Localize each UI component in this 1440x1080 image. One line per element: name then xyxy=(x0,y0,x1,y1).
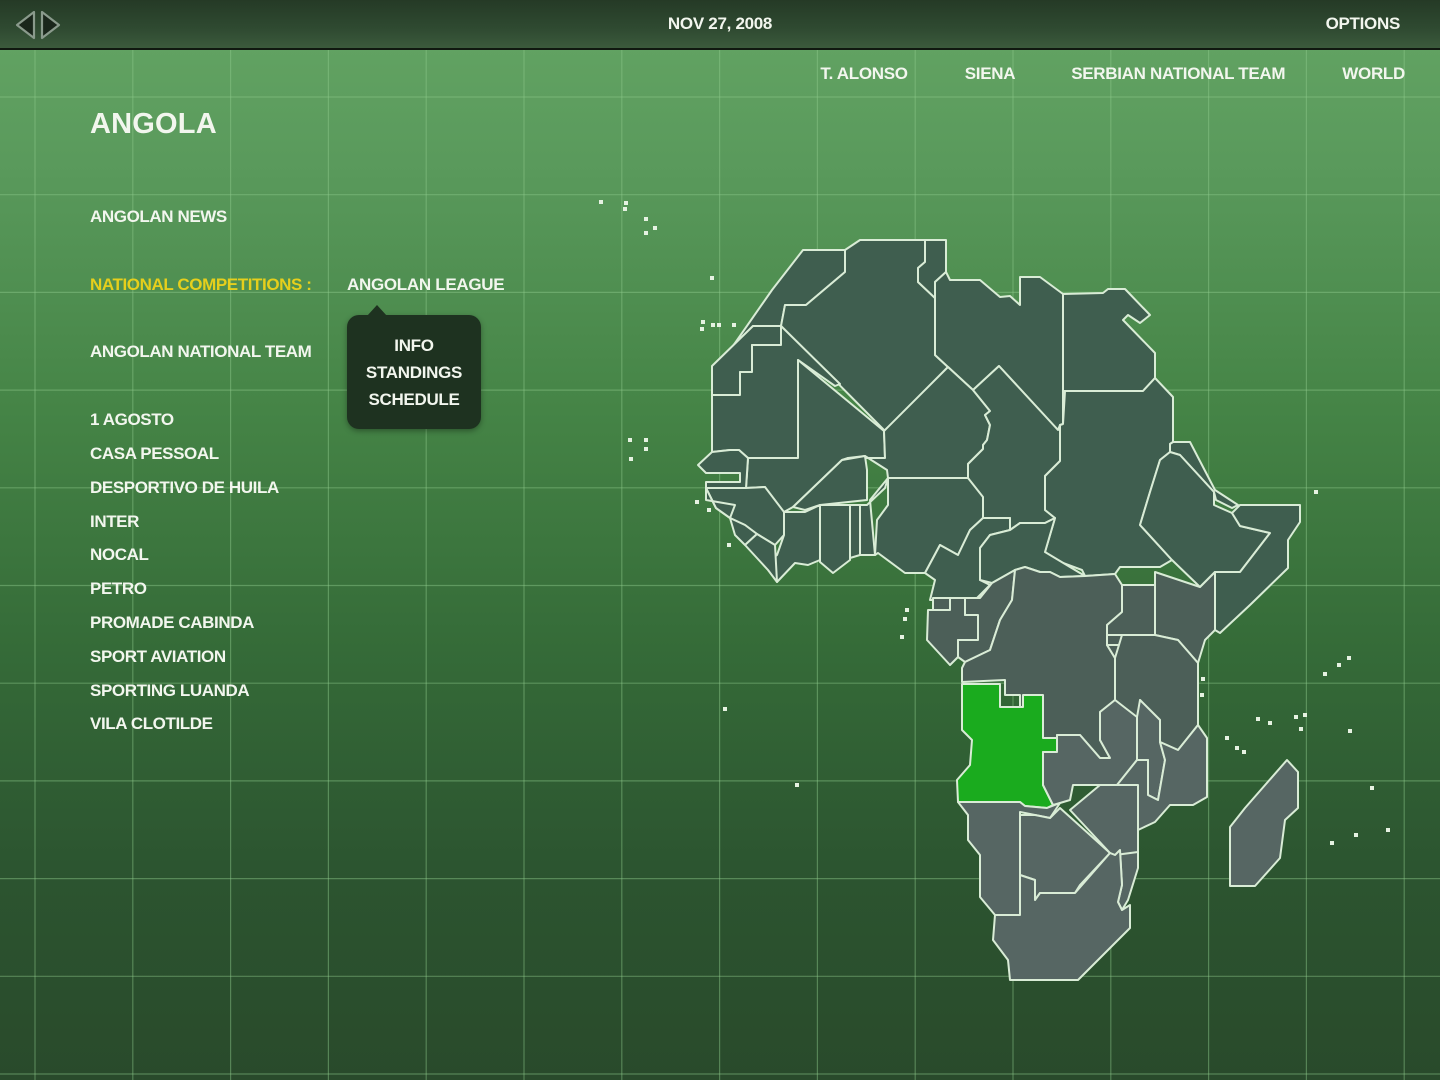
africa-map xyxy=(599,200,1390,981)
island-marker xyxy=(623,207,627,211)
island-marker xyxy=(710,276,714,280)
island-marker xyxy=(1303,713,1307,717)
country-equatorial-guinea[interactable] xyxy=(932,597,951,611)
island-marker xyxy=(1347,656,1351,660)
island-marker xyxy=(900,635,904,639)
island-marker xyxy=(1256,717,1260,721)
island-marker xyxy=(629,457,633,461)
island-marker xyxy=(903,617,907,621)
island-marker xyxy=(644,438,648,442)
island-marker xyxy=(732,323,736,327)
island-marker xyxy=(1354,833,1358,837)
island-marker xyxy=(711,323,715,327)
island-marker xyxy=(1386,828,1390,832)
island-marker xyxy=(628,438,632,442)
island-marker xyxy=(644,447,648,451)
island-marker xyxy=(1294,715,1298,719)
island-marker xyxy=(727,543,731,547)
island-marker xyxy=(644,217,648,221)
island-marker xyxy=(707,508,711,512)
island-marker xyxy=(1337,663,1341,667)
island-marker xyxy=(717,323,721,327)
island-marker xyxy=(1314,490,1318,494)
island-marker xyxy=(1200,693,1204,697)
country-senegal[interactable] xyxy=(697,449,749,489)
island-marker xyxy=(1348,729,1352,733)
island-marker xyxy=(624,201,628,205)
island-marker xyxy=(653,226,657,230)
island-marker xyxy=(700,327,704,331)
island-marker xyxy=(599,200,603,204)
country-egypt[interactable] xyxy=(1062,288,1156,392)
island-marker xyxy=(1299,727,1303,731)
country-angola-selected[interactable] xyxy=(956,683,1059,809)
island-marker xyxy=(1225,736,1229,740)
island-marker xyxy=(1201,677,1205,681)
island-marker xyxy=(795,783,799,787)
island-marker xyxy=(644,231,648,235)
island-marker xyxy=(1330,841,1334,845)
island-marker xyxy=(1268,721,1272,725)
country-madagascar[interactable] xyxy=(1229,759,1299,887)
island-marker xyxy=(723,707,727,711)
country-ghana[interactable] xyxy=(819,504,851,574)
island-marker xyxy=(1370,786,1374,790)
country-togo[interactable] xyxy=(849,504,861,559)
island-marker xyxy=(701,320,705,324)
island-marker xyxy=(1235,746,1239,750)
island-marker xyxy=(1323,672,1327,676)
island-marker xyxy=(1242,750,1246,754)
island-marker xyxy=(695,500,699,504)
island-marker xyxy=(905,608,909,612)
